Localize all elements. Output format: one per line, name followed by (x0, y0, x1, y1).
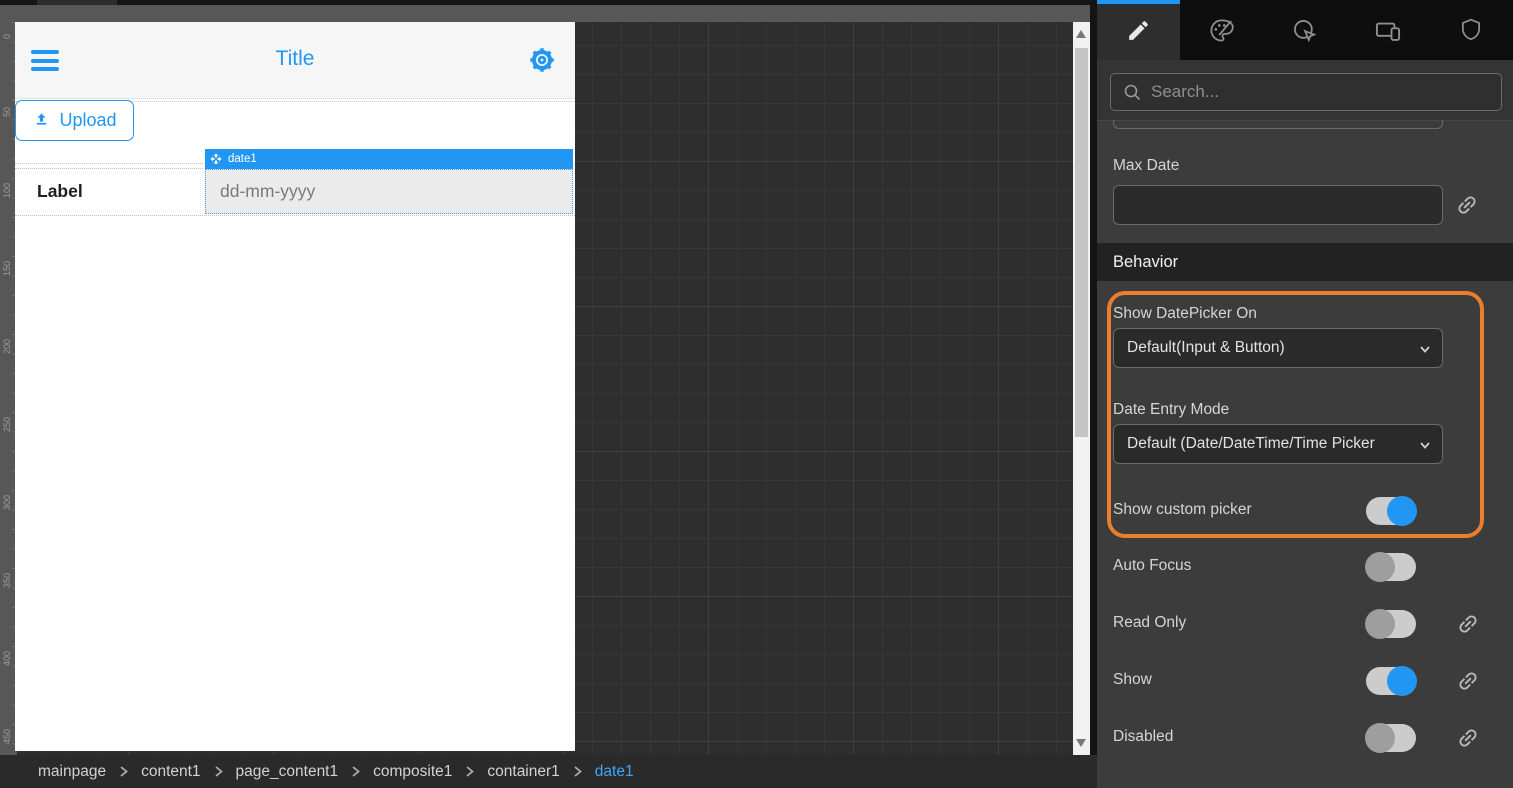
show-custom-picker-toggle[interactable] (1366, 497, 1416, 525)
bind-property-link-icon[interactable] (1455, 193, 1479, 217)
properties-panel: Max Date Behavior Show DatePicker On Def… (1097, 0, 1513, 788)
form-field-label: Label (37, 181, 83, 202)
toggle-knob (1387, 666, 1417, 696)
ruler-label: 450 (2, 723, 13, 749)
show-datepicker-label: Show DatePicker On (1113, 305, 1257, 323)
tab-devices[interactable] (1347, 0, 1430, 60)
date-widget-input[interactable] (205, 169, 573, 214)
upload-icon (32, 109, 51, 133)
move-icon (210, 153, 222, 165)
toggle-row-auto-focus: Auto Focus (1097, 553, 1513, 581)
chevron-down-icon (1418, 342, 1432, 361)
date-entry-mode-select[interactable]: Default (Date/DateTime/Time Picker (1113, 424, 1443, 464)
horizontal-ruler (0, 5, 1090, 22)
panel-divider (1090, 0, 1097, 788)
chevron-right-icon (119, 765, 128, 778)
auto-focus-toggle[interactable] (1366, 553, 1416, 581)
toggle-row-read-only: Read Only (1097, 610, 1513, 638)
disabled-toggle[interactable] (1366, 724, 1416, 752)
ruler-label: 50 (2, 99, 13, 125)
toggle-knob (1365, 552, 1395, 582)
search-icon (1122, 82, 1142, 102)
breadcrumb-item-mainpage[interactable]: mainpage (38, 763, 106, 781)
canvas-scrollbar[interactable] (1073, 22, 1090, 755)
chevron-right-icon (573, 765, 582, 778)
devices-icon (1374, 16, 1402, 44)
bind-property-link-icon[interactable] (1456, 726, 1480, 750)
behavior-section-title: Behavior (1113, 253, 1178, 272)
date-entry-mode-value: Default (Date/DateTime/Time Picker (1127, 435, 1375, 453)
form-row: Label (15, 168, 575, 216)
ruler-label: 150 (2, 255, 13, 281)
auto-focus-label: Auto Focus (1113, 557, 1191, 575)
ruler-label: 250 (2, 411, 13, 437)
bind-property-link-icon[interactable] (1456, 669, 1480, 693)
search-input[interactable] (1151, 82, 1481, 102)
scroll-down-arrow[interactable] (1076, 739, 1086, 747)
ruler-label: 300 (2, 489, 13, 515)
toggle-row-disabled: Disabled (1097, 724, 1513, 752)
ruler-label: 0 (2, 23, 13, 49)
show-custom-picker-label: Show custom picker (1113, 501, 1252, 519)
search-box[interactable] (1110, 73, 1502, 111)
disabled-label: Disabled (1113, 728, 1173, 746)
gear-icon[interactable] (526, 44, 558, 76)
chevron-down-icon (1418, 438, 1432, 457)
show-datepicker-select[interactable]: Default(Input & Button) (1113, 328, 1443, 368)
date-entry-mode-label: Date Entry Mode (1113, 401, 1229, 419)
ruler-label: 350 (2, 567, 13, 593)
chevron-right-icon (465, 765, 474, 778)
scroll-up-arrow[interactable] (1076, 30, 1086, 38)
max-date-input[interactable] (1113, 185, 1443, 225)
palette-icon (1208, 17, 1235, 44)
scrollbar-thumb[interactable] (1075, 48, 1088, 437)
breadcrumb-item-composite1[interactable]: composite1 (373, 763, 452, 781)
toggle-knob (1365, 609, 1395, 639)
phone-preview-canvas: Title (15, 22, 575, 751)
toggle-knob (1365, 723, 1395, 753)
read-only-toggle[interactable] (1366, 610, 1416, 638)
breadcrumb-item-content1[interactable]: content1 (141, 763, 200, 781)
breadcrumb-item-date1[interactable]: date1 (595, 763, 634, 781)
show-toggle[interactable] (1366, 667, 1416, 695)
properties-section: Max Date (1097, 120, 1513, 243)
show-datepicker-value: Default(Input & Button) (1127, 339, 1285, 357)
panel-tabbar (1097, 0, 1513, 60)
max-date-label: Max Date (1113, 157, 1179, 175)
ruler-label: 400 (2, 645, 13, 671)
ruler-label: 100 (2, 177, 13, 203)
selected-widget-tag[interactable]: date1 (205, 149, 573, 169)
phone-header: Title (15, 22, 575, 99)
tab-properties[interactable] (1097, 0, 1180, 60)
upload-button[interactable]: Upload (15, 100, 134, 141)
tab-events[interactable] (1263, 0, 1346, 60)
toggle-knob (1387, 496, 1417, 526)
design-workspace: 0 50 100 150 200 250 300 350 400 450 Tit… (0, 0, 1090, 788)
chevron-right-icon (351, 765, 360, 778)
breadcrumb-item-page-content1[interactable]: page_content1 (236, 763, 339, 781)
shield-icon (1458, 17, 1484, 43)
toggle-row-show: Show (1097, 667, 1513, 695)
pencil-icon (1126, 18, 1151, 43)
phone-page-title: Title (15, 47, 575, 71)
show-label: Show (1113, 671, 1152, 689)
behavior-section-body: Show DatePicker On Default(Input & Butto… (1097, 281, 1513, 788)
breadcrumb: mainpage content1 page_content1 composit… (0, 755, 1097, 788)
toggle-row-show-custom-picker: Show custom picker (1097, 497, 1513, 525)
widget-outline (15, 168, 203, 169)
tab-styles[interactable] (1180, 0, 1263, 60)
ruler-label: 200 (2, 333, 13, 359)
read-only-label: Read Only (1113, 614, 1186, 632)
scrolled-field-remnant[interactable] (1113, 120, 1443, 129)
chevron-right-icon (214, 765, 223, 778)
behavior-section-header: Behavior (1097, 243, 1513, 281)
panel-search-area (1097, 60, 1513, 120)
bind-property-link-icon[interactable] (1456, 612, 1480, 636)
tab-security[interactable] (1430, 0, 1513, 60)
cursor-click-icon (1291, 17, 1318, 44)
upload-button-label: Upload (59, 110, 116, 131)
selected-widget-name: date1 (228, 153, 257, 165)
breadcrumb-item-container1[interactable]: container1 (487, 763, 559, 781)
